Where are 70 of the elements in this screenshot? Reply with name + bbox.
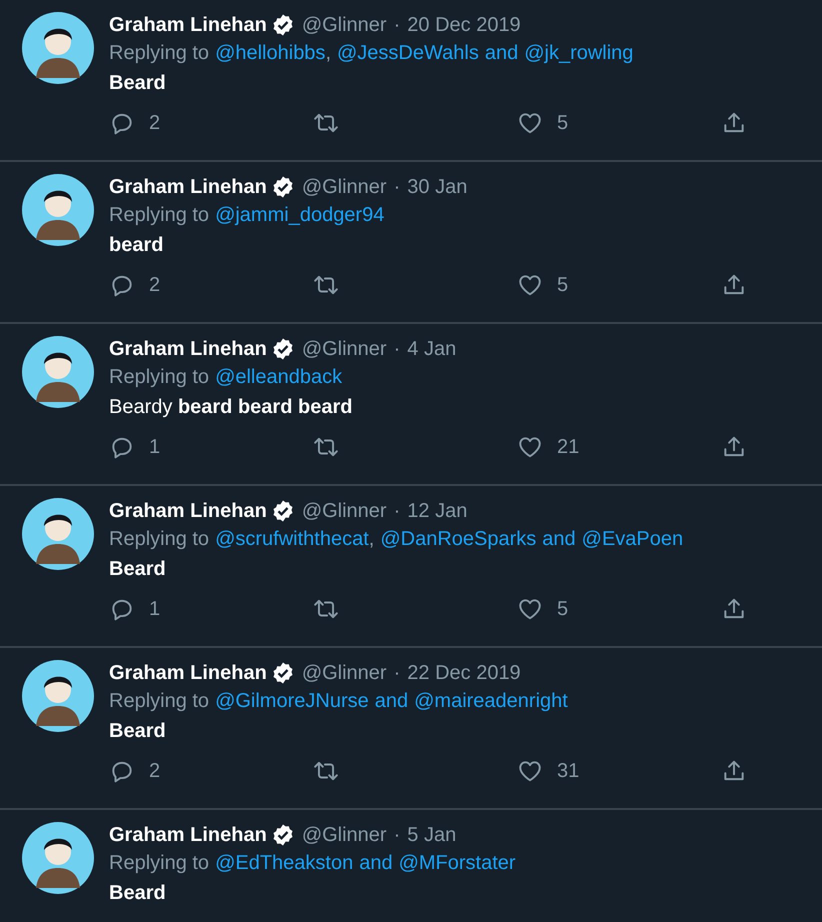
dot-separator: · xyxy=(394,661,400,686)
user-name[interactable]: Graham Linehan xyxy=(109,336,267,362)
mention-link[interactable]: @jk_rowling xyxy=(524,38,634,68)
tweet-text: Beard xyxy=(109,881,167,906)
user-name[interactable]: Graham Linehan xyxy=(109,12,267,38)
action-count: 2 xyxy=(149,112,160,134)
action-count: 2 xyxy=(149,760,160,782)
dot-separator: · xyxy=(394,499,400,524)
user-handle[interactable]: @Glinner xyxy=(302,822,387,848)
tweet-text: beard xyxy=(109,233,164,258)
user-handle[interactable]: @Glinner xyxy=(302,174,387,200)
user-name[interactable]: Graham Linehan xyxy=(109,174,267,200)
replying-to-label: Replying to xyxy=(109,203,210,228)
tweet-text: Beard xyxy=(109,557,167,582)
action-count: 2 xyxy=(149,274,160,296)
tweet-date[interactable]: 12 Jan xyxy=(407,498,468,524)
user-name[interactable]: Graham Linehan xyxy=(109,498,267,524)
action-count: 5 xyxy=(557,598,568,620)
avatar[interactable] xyxy=(22,12,94,84)
mention-link[interactable]: @jammi_dodger94 xyxy=(215,200,384,230)
mention-link[interactable]: @EdTheakston xyxy=(215,848,354,878)
mention-link[interactable]: @elleandback xyxy=(215,362,342,392)
avatar[interactable] xyxy=(22,336,94,408)
avatar[interactable] xyxy=(22,660,94,732)
user-handle[interactable]: @Glinner xyxy=(302,498,387,524)
avatar[interactable] xyxy=(22,822,94,894)
avatar[interactable] xyxy=(22,498,94,570)
comma-separator: , xyxy=(368,527,374,552)
tweet-date[interactable]: 30 Jan xyxy=(407,174,468,200)
user-handle[interactable]: @Glinner xyxy=(302,660,387,686)
mention-link[interactable]: @GilmoreJNurse xyxy=(215,686,369,716)
replying-to-label: Replying to xyxy=(109,527,210,552)
dot-separator: · xyxy=(394,175,400,200)
dot-separator: · xyxy=(394,823,400,848)
and-word: and xyxy=(542,527,576,552)
mention-link[interactable]: @hellohibbs xyxy=(215,38,326,68)
mention-link[interactable]: @EvaPoen xyxy=(582,524,684,554)
mention-link[interactable]: @JessDeWahls xyxy=(337,38,479,68)
user-name[interactable]: Graham Linehan xyxy=(109,822,267,848)
tweet-text: Beard xyxy=(109,719,167,744)
action-count: 31 xyxy=(557,760,580,782)
user-handle[interactable]: @Glinner xyxy=(302,12,387,38)
action-count: 1 xyxy=(149,598,160,620)
and-word: and xyxy=(359,851,393,876)
and-word: and xyxy=(374,689,408,714)
tweet-date[interactable]: 22 Dec 2019 xyxy=(407,660,521,686)
replying-to-label: Replying to xyxy=(109,851,210,876)
dot-separator: · xyxy=(394,337,400,362)
mention-link[interactable]: @scrufwiththecat xyxy=(215,524,369,554)
mention-link[interactable]: @MForstater xyxy=(398,848,516,878)
user-handle[interactable]: @Glinner xyxy=(302,336,387,362)
tweet-text: Beardy beard beard beard xyxy=(109,395,354,420)
action-count: 5 xyxy=(557,112,568,134)
mention-link[interactable]: @DanRoeSparks xyxy=(380,524,536,554)
replying-to-label: Replying to xyxy=(109,689,210,714)
tweet-text: Beard xyxy=(109,71,167,96)
replying-to-label: Replying to xyxy=(109,365,210,390)
tweet-date[interactable]: 20 Dec 2019 xyxy=(407,12,521,38)
avatar[interactable] xyxy=(22,174,94,246)
action-count: 1 xyxy=(149,436,160,458)
action-count: 5 xyxy=(557,274,568,296)
tweet-date[interactable]: 4 Jan xyxy=(407,336,456,362)
comma-separator: , xyxy=(325,41,331,66)
dot-separator: · xyxy=(394,13,400,38)
and-word: and xyxy=(484,41,518,66)
replying-to-label: Replying to xyxy=(109,41,210,66)
user-name[interactable]: Graham Linehan xyxy=(109,660,267,686)
action-count: 21 xyxy=(557,436,580,458)
tweet-date[interactable]: 5 Jan xyxy=(407,822,456,848)
mention-link[interactable]: @maireadenright xyxy=(414,686,568,716)
